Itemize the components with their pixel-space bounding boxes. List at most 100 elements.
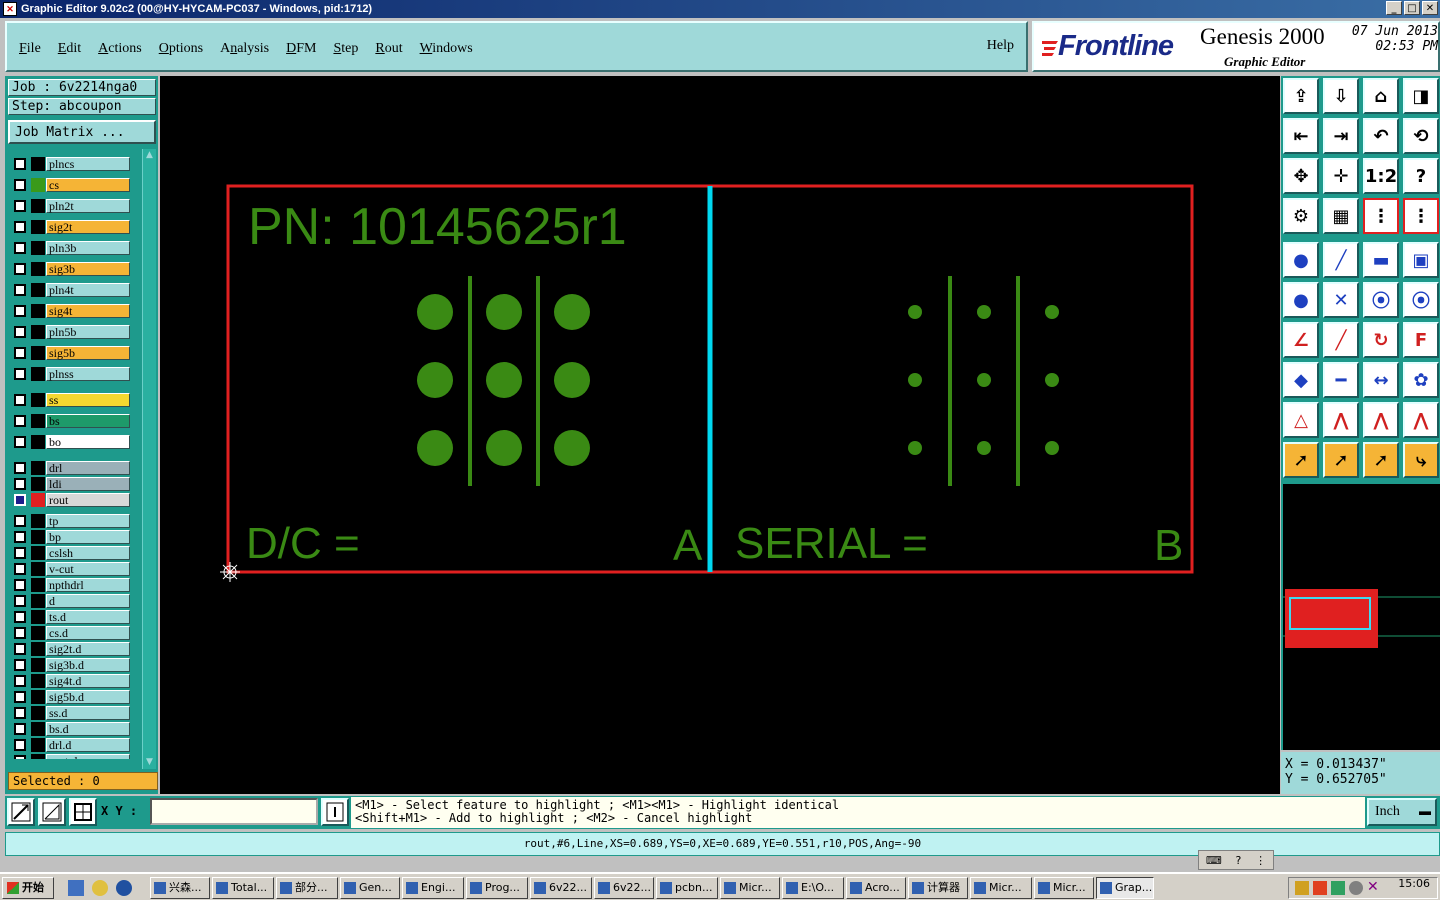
- layer-checkbox[interactable]: [14, 158, 26, 170]
- layer-checkbox[interactable]: [14, 221, 26, 233]
- layer-name[interactable]: v-cut: [46, 562, 130, 576]
- layer-color-swatch[interactable]: [31, 642, 45, 656]
- layer-name[interactable]: rout: [46, 493, 130, 507]
- layer-row-sig5b[interactable]: sig5b: [12, 346, 132, 360]
- query-icon[interactable]: ?: [1403, 158, 1439, 194]
- layer-name[interactable]: sig3b: [46, 262, 130, 276]
- layer-color-swatch[interactable]: [31, 674, 45, 688]
- pad-add-icon[interactable]: ●: [1283, 242, 1319, 278]
- date-code-a-text[interactable]: A: [673, 521, 703, 570]
- measure-icon[interactable]: [38, 798, 66, 826]
- snap-point-2-icon[interactable]: ⦿: [1403, 282, 1439, 318]
- layer-name[interactable]: bo: [46, 435, 130, 449]
- pad[interactable]: [908, 441, 922, 455]
- tray-security-icon[interactable]: [1349, 881, 1363, 895]
- pad[interactable]: [977, 441, 991, 455]
- layer-checkbox[interactable]: [14, 659, 26, 671]
- layer-row-sig2t.d[interactable]: sig2t.d: [12, 642, 132, 656]
- layer-row-bo[interactable]: bo: [12, 435, 132, 449]
- layer-checkbox[interactable]: [14, 436, 26, 448]
- layer-row-sig3b[interactable]: sig3b: [12, 262, 132, 276]
- tray-close-icon[interactable]: ✕: [1367, 879, 1379, 895]
- layer-name[interactable]: sig3b.d: [46, 658, 130, 672]
- layer-name[interactable]: sig2t.d: [46, 642, 130, 656]
- layer-color-swatch[interactable]: [31, 738, 45, 752]
- move-pad-icon[interactable]: ◆: [1283, 362, 1319, 398]
- copy-objects-icon[interactable]: ✿: [1403, 362, 1439, 398]
- pad[interactable]: [977, 305, 991, 319]
- layer-row-pln2t[interactable]: pln2t: [12, 199, 132, 213]
- mirror-f-icon[interactable]: F: [1403, 322, 1439, 358]
- layer-compare-icon[interactable]: ⋮: [1363, 198, 1399, 234]
- layer-row-drl.d[interactable]: drl.d: [12, 738, 132, 752]
- open-job-icon[interactable]: ⇪: [1283, 78, 1319, 114]
- layer-name[interactable]: bs: [46, 414, 130, 428]
- angle-line-icon[interactable]: ∠: [1283, 322, 1319, 358]
- taskbar-button[interactable]: Acro...: [846, 877, 906, 899]
- graphic-canvas[interactable]: PN: 10145625r1 D/C = A SERIAL = B: [160, 76, 1280, 794]
- layer-row-cs[interactable]: cs: [12, 178, 132, 192]
- layer-checkbox[interactable]: [14, 305, 26, 317]
- minimize-button[interactable]: _: [1386, 1, 1402, 15]
- tools-icon[interactable]: ⚙: [1283, 198, 1319, 234]
- pad[interactable]: [1045, 441, 1059, 455]
- menu-analysis[interactable]: Analysis: [220, 41, 269, 56]
- layer-checkbox[interactable]: [14, 494, 26, 506]
- layer-checkbox[interactable]: [14, 263, 26, 275]
- layer-color-swatch[interactable]: [31, 262, 45, 276]
- layer-color-swatch[interactable]: [31, 658, 45, 672]
- layer-name[interactable]: cs.d: [46, 626, 130, 640]
- pad[interactable]: [486, 362, 522, 398]
- pad[interactable]: [554, 362, 590, 398]
- pad[interactable]: [1045, 373, 1059, 387]
- layer-row-v-cut[interactable]: v-cut: [12, 562, 132, 576]
- save-icon[interactable]: ⇩: [1323, 78, 1359, 114]
- layer-name[interactable]: sig4t.d: [46, 674, 130, 688]
- layer-row-bp[interactable]: bp: [12, 530, 132, 544]
- layer-color-swatch[interactable]: [31, 393, 45, 407]
- layer-color-swatch[interactable]: [31, 514, 45, 528]
- layer-row-ldi[interactable]: ldi: [12, 477, 132, 491]
- layer-color-swatch[interactable]: [31, 562, 45, 576]
- pad[interactable]: [1045, 305, 1059, 319]
- info-icon[interactable]: [321, 798, 349, 826]
- layer-name[interactable]: bp: [46, 530, 130, 544]
- layer-color-swatch[interactable]: [31, 220, 45, 234]
- help-icon[interactable]: ?: [1236, 854, 1242, 867]
- layer-name[interactable]: rout.d: [46, 754, 130, 759]
- layer-name[interactable]: pln4t: [46, 283, 130, 297]
- horizontal-line-icon[interactable]: ━: [1323, 362, 1359, 398]
- layer-row-cs.d[interactable]: cs.d: [12, 626, 132, 640]
- select-arrow-icon[interactable]: ➚: [1283, 442, 1319, 478]
- net-connect-icon[interactable]: ●: [1283, 282, 1319, 318]
- ime-toolbar[interactable]: ⌨ ? ⋮: [1198, 850, 1274, 870]
- layer-checkbox[interactable]: [14, 462, 26, 474]
- layer-color-swatch[interactable]: [31, 178, 45, 192]
- layer-name[interactable]: sig2t: [46, 220, 130, 234]
- layer-color-swatch[interactable]: [31, 546, 45, 560]
- pad[interactable]: [977, 373, 991, 387]
- layer-checkbox[interactable]: [14, 284, 26, 296]
- pad[interactable]: [554, 294, 590, 330]
- layer-color-swatch[interactable]: [31, 346, 45, 360]
- layer-row-pln4t[interactable]: pln4t: [12, 283, 132, 297]
- layer-color-swatch[interactable]: [31, 477, 45, 491]
- layer-color-swatch[interactable]: [31, 706, 45, 720]
- menu-dfm[interactable]: DFM: [286, 41, 316, 56]
- triangle-3-icon[interactable]: ⋀: [1363, 402, 1399, 438]
- layer-row-npthdrl[interactable]: npthdrl: [12, 578, 132, 592]
- layer-row-rout[interactable]: rout: [12, 493, 132, 507]
- layer-row-plncs[interactable]: plncs: [12, 157, 132, 171]
- taskbar-button[interactable]: Micr...: [720, 877, 780, 899]
- layer-checkbox[interactable]: [14, 179, 26, 191]
- layer-name[interactable]: plncs: [46, 157, 130, 171]
- layer-checkbox[interactable]: [14, 675, 26, 687]
- pad[interactable]: [908, 305, 922, 319]
- layer-row-pln5b[interactable]: pln5b: [12, 325, 132, 339]
- layer-row-sig5b.d[interactable]: sig5b.d: [12, 690, 132, 704]
- layer-name[interactable]: pln5b: [46, 325, 130, 339]
- scroll-up-icon[interactable]: ▲: [144, 150, 155, 161]
- taskbar-button[interactable]: Prog...: [466, 877, 528, 899]
- layer-name[interactable]: d: [46, 594, 130, 608]
- layer-name[interactable]: ss: [46, 393, 130, 407]
